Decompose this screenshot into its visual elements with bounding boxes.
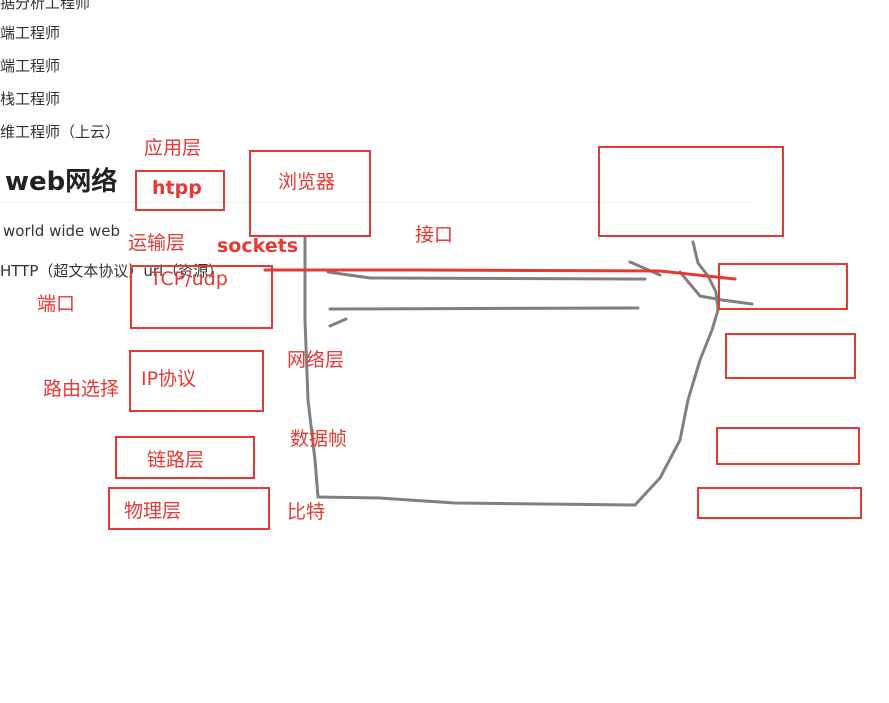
physical-layer-label: 物理层: [124, 500, 182, 522]
ip-protocol-label: IP协议: [141, 368, 197, 390]
sockets-label: sockets: [217, 235, 299, 257]
sketch-right-curve: [633, 240, 720, 507]
http-label: htpp: [152, 177, 202, 199]
routing-label: 路由选择: [43, 378, 120, 400]
server-box: [598, 146, 784, 237]
browser-label: 浏览器: [278, 171, 336, 193]
network-layer-label: 网络层: [287, 349, 345, 371]
sketch-line-1: [326, 270, 647, 281]
sketch-hook: [328, 317, 348, 328]
server-layer-box-1: [718, 263, 848, 310]
server-layer-box-4: [697, 487, 862, 519]
sketch-tick-1: [628, 260, 662, 277]
application-layer-label: 应用层: [144, 137, 202, 159]
port-label: 端口: [37, 293, 76, 315]
interface-label: 接口: [415, 224, 454, 246]
server-layer-box-2: [725, 333, 856, 379]
sketch-line-2: [328, 306, 640, 311]
link-layer-label: 链路层: [147, 449, 205, 471]
sketch-bottom-line: [316, 495, 637, 507]
server-layer-box-3: [716, 427, 860, 465]
bit-label: 比特: [287, 501, 326, 523]
transport-layer-label: 运输层: [128, 232, 186, 254]
data-frame-label: 数据帧: [290, 428, 348, 450]
tcp-udp-label: TCP/udp: [150, 268, 228, 290]
